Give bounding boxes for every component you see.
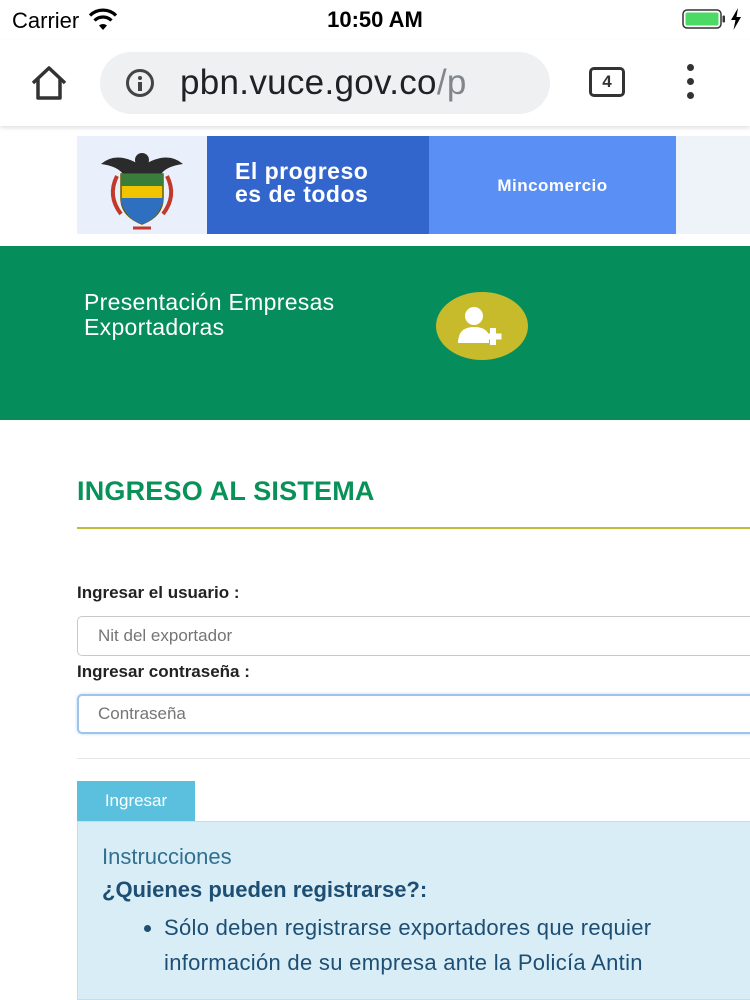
login-button[interactable]: Ingresar bbox=[77, 781, 195, 821]
progreso-slogan: El progreso es de todos bbox=[235, 160, 368, 206]
page-title: INGRESO AL SISTEMA bbox=[77, 476, 375, 506]
url-text[interactable]: pbn.vuce.gov.co/p bbox=[180, 63, 467, 103]
instructions-bullet: Sólo deben registrarse exportadores que … bbox=[144, 910, 750, 980]
instructions-panel: Instrucciones ¿Quienes pueden registrars… bbox=[77, 821, 750, 1000]
home-icon[interactable] bbox=[28, 62, 70, 104]
username-input[interactable] bbox=[77, 616, 750, 656]
progreso-line-2: es de todos bbox=[235, 181, 369, 207]
instructions-bullet-line-1: Sólo deben registrarse exportadores que … bbox=[164, 915, 652, 940]
address-bar[interactable]: pbn.vuce.gov.co/p bbox=[100, 52, 550, 114]
status-bar: Carrier 10:50 AM bbox=[0, 0, 750, 40]
hero-title-line-1: Presentación Empresas bbox=[84, 289, 335, 315]
header-banner: El progreso es de todos Mincomercio bbox=[77, 136, 750, 234]
progreso-panel: El progreso es de todos bbox=[207, 136, 429, 234]
form-divider bbox=[77, 758, 750, 759]
ministry-name: Mincomercio bbox=[497, 176, 608, 195]
charging-icon bbox=[731, 8, 741, 30]
register-company-button[interactable] bbox=[436, 292, 528, 360]
battery-icon bbox=[682, 9, 725, 29]
title-underline bbox=[77, 527, 750, 529]
progreso-line-1: El progreso bbox=[235, 158, 369, 184]
url-path: /p bbox=[436, 63, 467, 102]
hero-title-line-2: Exportadoras bbox=[84, 314, 225, 340]
more-options-icon[interactable] bbox=[680, 64, 700, 100]
instructions-subtitle: ¿Quienes pueden registrarse?: bbox=[102, 877, 428, 902]
hero-section: Presentación Empresas Exportadoras bbox=[0, 246, 750, 420]
clock: 10:50 AM bbox=[327, 7, 423, 32]
password-label: Ingresar contraseña : bbox=[77, 662, 250, 681]
ministry-panel: Mincomercio bbox=[429, 136, 676, 234]
hero-title: Presentación Empresas Exportadoras bbox=[84, 290, 424, 340]
url-host: pbn.vuce.gov.co bbox=[180, 63, 437, 102]
instructions-title: Instrucciones bbox=[102, 844, 232, 869]
instructions-bullet-line-2: información de su empresa ante la Policí… bbox=[164, 950, 643, 975]
browser-toolbar: pbn.vuce.gov.co/p 4 bbox=[0, 40, 750, 126]
banner-spacer bbox=[676, 136, 750, 234]
info-icon[interactable] bbox=[126, 69, 154, 97]
add-user-icon bbox=[458, 307, 502, 345]
coat-of-arms-logo bbox=[77, 136, 207, 234]
username-label: Ingresar el usuario : bbox=[77, 583, 240, 602]
tab-switcher-button[interactable]: 4 bbox=[589, 67, 625, 97]
password-input[interactable] bbox=[77, 694, 750, 734]
